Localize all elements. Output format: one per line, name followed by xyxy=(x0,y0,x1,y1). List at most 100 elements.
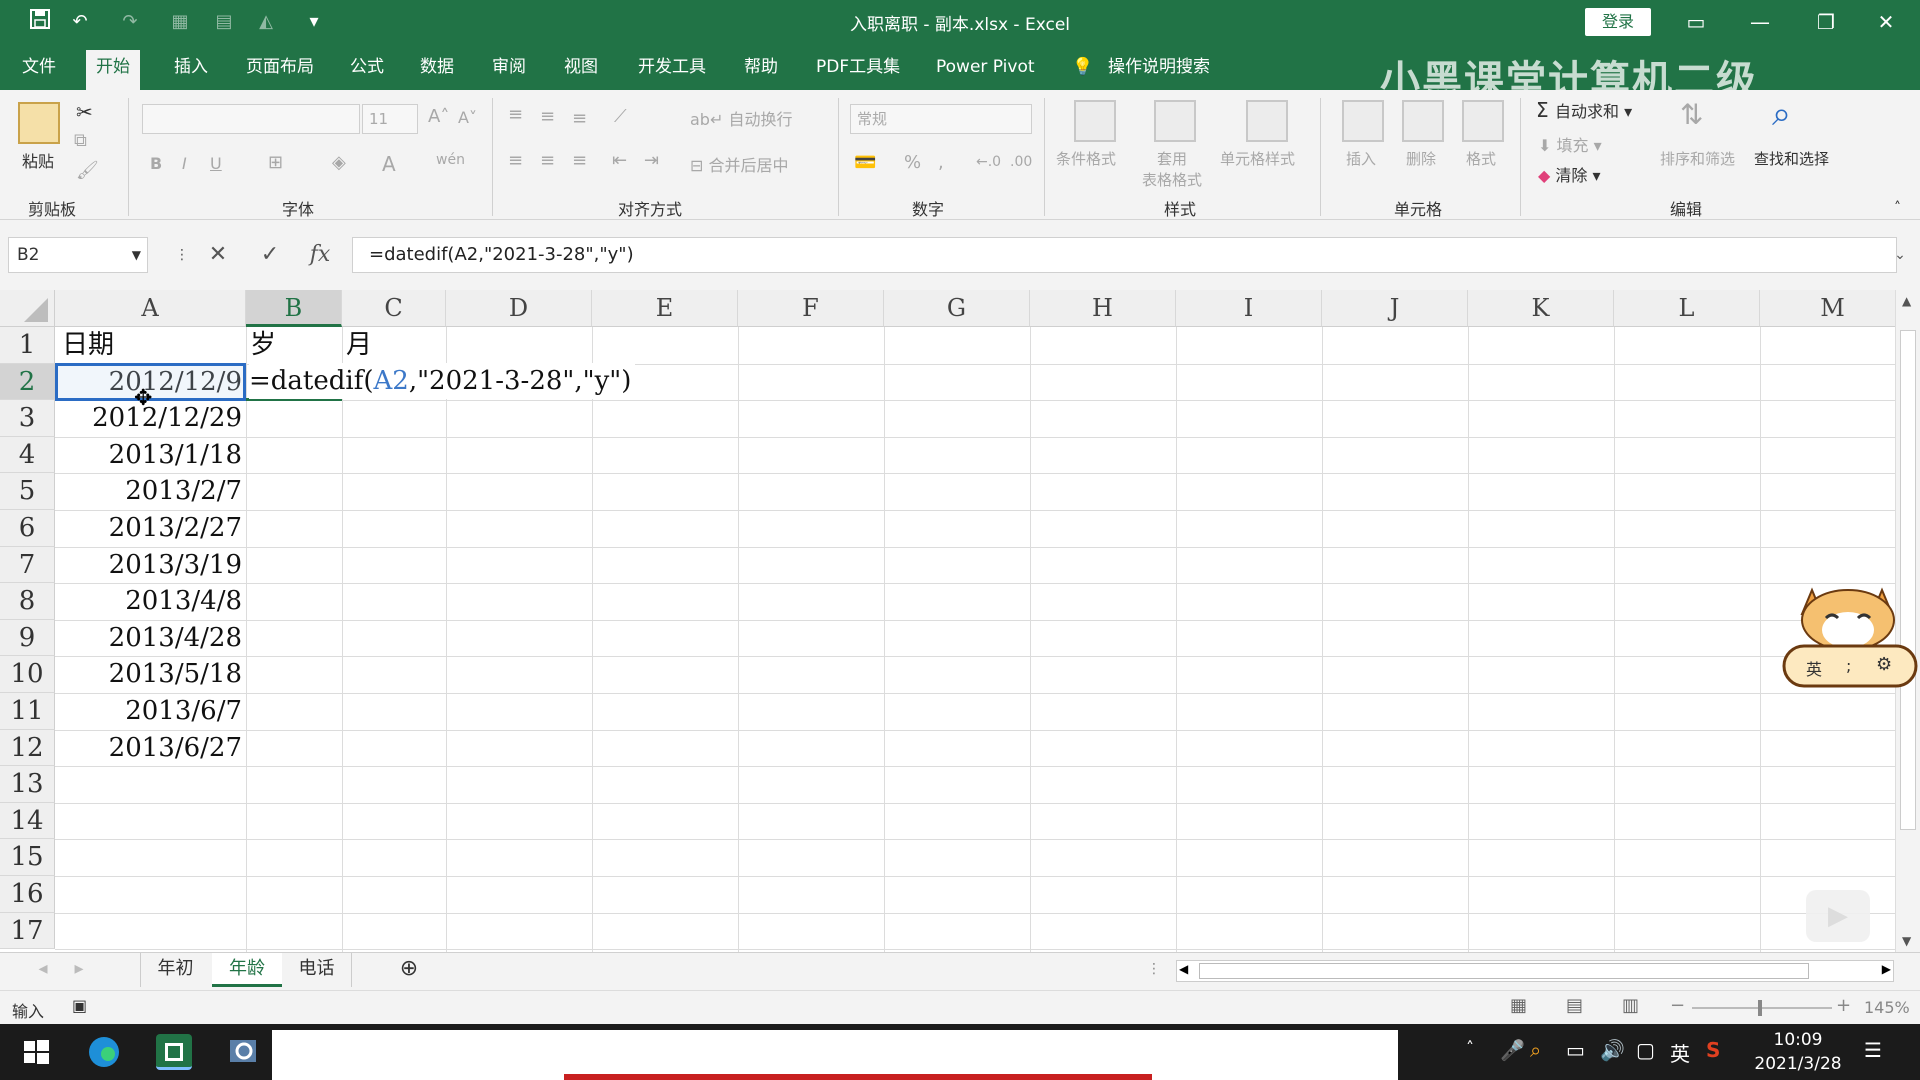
insert-function-icon[interactable]: fx xyxy=(300,237,340,273)
cell-b1[interactable]: 岁 xyxy=(250,327,276,363)
cancel-icon[interactable]: ✕ xyxy=(198,237,238,273)
cell-a9[interactable]: 2013/4/28 xyxy=(58,620,242,656)
tell-me-search[interactable]: 操作说明搜索 xyxy=(1098,52,1220,90)
delete-cells-button[interactable]: 删除 xyxy=(1406,148,1436,169)
sheet-tab-age[interactable]: 年龄 xyxy=(212,953,282,987)
align-top-icon[interactable]: ≡ xyxy=(508,104,523,125)
battery-icon[interactable]: ▭ xyxy=(1566,1038,1585,1062)
tab-formulas[interactable]: 公式 xyxy=(340,52,394,90)
copy-icon[interactable]: ⧉ xyxy=(74,130,87,151)
zoom-in-icon[interactable]: + xyxy=(1836,995,1851,1016)
insert-cells-button[interactable]: 插入 xyxy=(1346,148,1376,169)
zoom-slider-thumb[interactable] xyxy=(1758,1000,1762,1016)
page-layout-view-icon[interactable]: ▤ xyxy=(1566,995,1583,1016)
merge-center-button[interactable]: ⊟ 合并后居中 xyxy=(690,152,789,176)
select-all-corner[interactable] xyxy=(0,290,55,327)
column-header-i[interactable]: I xyxy=(1176,290,1322,327)
sheet-splitter-icon[interactable]: ⋮ xyxy=(1144,953,1164,987)
name-box-dropdown-icon[interactable]: ▼ xyxy=(132,238,141,272)
increase-font-icon[interactable]: A˄ xyxy=(428,106,449,127)
prev-sheet-icon[interactable]: ◂ xyxy=(28,953,58,987)
font-size-combo[interactable]: 11 xyxy=(362,104,418,134)
column-header-l[interactable]: L xyxy=(1614,290,1760,327)
sheet-tab-year-start[interactable]: 年初 xyxy=(140,953,210,987)
page-break-view-icon[interactable]: ▥ xyxy=(1622,995,1639,1016)
formula-input[interactable]: =datedif(A2,"2021-3-28","y") xyxy=(352,237,1897,273)
tab-review[interactable]: 审阅 xyxy=(482,52,536,90)
column-header-m[interactable]: M xyxy=(1760,290,1906,327)
zoom-out-icon[interactable]: − xyxy=(1670,995,1685,1016)
table-format-button[interactable]: 套用 表格格式 xyxy=(1132,148,1212,190)
excel-taskbar-icon[interactable] xyxy=(156,1034,192,1070)
row-header-17[interactable]: 17 xyxy=(0,912,55,950)
cell-a11[interactable]: 2013/6/7 xyxy=(58,693,242,729)
expand-formula-icon[interactable]: ⌄ xyxy=(1880,237,1920,273)
insert-cells-icon[interactable] xyxy=(1342,100,1384,142)
cell-a7[interactable]: 2013/3/19 xyxy=(58,547,242,583)
tab-help[interactable]: 帮助 xyxy=(734,52,788,90)
paste-icon[interactable] xyxy=(18,102,60,144)
tab-developer[interactable]: 开发工具 xyxy=(628,52,716,90)
format-cells-icon[interactable] xyxy=(1462,100,1504,142)
find-select-button[interactable]: 查找和选择 xyxy=(1754,148,1829,169)
zoom-slider[interactable] xyxy=(1692,1000,1832,1016)
taskbar-preview-window[interactable] xyxy=(272,1030,1398,1080)
row-header-2[interactable]: 2 xyxy=(0,363,55,401)
row-header-3[interactable]: 3 xyxy=(0,400,55,437)
magnifier-app-icon[interactable] xyxy=(226,1034,262,1070)
tab-power-pivot[interactable]: Power Pivot xyxy=(926,52,1045,90)
column-header-g[interactable]: G xyxy=(884,290,1030,327)
font-color-icon[interactable]: A xyxy=(382,152,396,176)
tab-insert[interactable]: 插入 xyxy=(164,52,218,90)
scroll-up-icon[interactable]: ▲ xyxy=(1902,294,1911,308)
sort-filter-button[interactable]: 排序和筛选 xyxy=(1660,148,1735,169)
align-right-icon[interactable]: ≡ xyxy=(572,150,587,171)
cell-a12[interactable]: 2013/6/27 xyxy=(58,730,242,766)
zoom-level[interactable]: 145% xyxy=(1864,998,1910,1017)
cell-b2-edit[interactable]: =datedif(A2,"2021-3-28","y") xyxy=(249,363,636,399)
tab-data[interactable]: 数据 xyxy=(410,52,464,90)
microphone-icon[interactable]: 🎤 xyxy=(1500,1038,1525,1062)
minimize-icon[interactable]: — xyxy=(1740,6,1780,38)
edge-browser-icon[interactable] xyxy=(86,1034,122,1070)
ribbon-display-icon[interactable]: ▭ xyxy=(1676,6,1716,38)
cell-a1[interactable]: 日期 xyxy=(62,327,114,363)
row-header-4[interactable]: 4 xyxy=(0,436,55,474)
row-header-7[interactable]: 7 xyxy=(0,546,55,584)
ime-mascot[interactable]: 英 ; ⚙ xyxy=(1782,580,1918,690)
format-cells-button[interactable]: 格式 xyxy=(1466,148,1496,169)
cell-styles-button[interactable]: 单元格样式 xyxy=(1220,148,1295,169)
align-center-icon[interactable]: ≡ xyxy=(540,150,555,171)
tab-file[interactable]: 文件 xyxy=(12,52,66,90)
horizontal-scrollbar[interactable]: ◀ ▶ xyxy=(1176,960,1894,982)
cell-styles-icon[interactable] xyxy=(1246,100,1288,142)
close-icon[interactable]: ✕ xyxy=(1866,6,1906,38)
fill-color-icon[interactable]: ◈ xyxy=(332,152,346,173)
row-header-5[interactable]: 5 xyxy=(0,473,55,510)
taskbar-clock[interactable]: 10:09 2021/3/28 xyxy=(1750,1028,1846,1076)
font-name-combo[interactable] xyxy=(142,104,360,134)
cut-icon[interactable]: ✂ xyxy=(76,100,93,124)
row-header-1[interactable]: 1 xyxy=(0,327,55,364)
sogou-ime-icon[interactable]: S xyxy=(1706,1038,1720,1062)
comma-icon[interactable]: , xyxy=(938,152,944,173)
conditional-format-icon[interactable] xyxy=(1074,100,1116,142)
tab-pdf-tools[interactable]: PDF工具集 xyxy=(806,52,910,90)
increase-indent-icon[interactable]: ⇥ xyxy=(644,150,659,171)
clear-button[interactable]: ◆ 清除 ▾ xyxy=(1538,162,1601,186)
tab-home[interactable]: 开始 xyxy=(86,50,140,90)
cell-a5[interactable]: 2013/2/7 xyxy=(58,473,242,509)
column-header-e[interactable]: E xyxy=(592,290,738,327)
scroll-left-icon[interactable]: ◀ xyxy=(1179,962,1188,976)
align-left-icon[interactable]: ≡ xyxy=(508,150,523,171)
row-header-13[interactable]: 13 xyxy=(0,766,55,803)
paste-label[interactable]: 粘贴 xyxy=(22,148,54,172)
increase-decimal-icon[interactable]: ←.0 xyxy=(976,154,1001,170)
find-icon[interactable]: ⌕ xyxy=(1772,94,1791,134)
column-header-c[interactable]: C xyxy=(342,290,446,327)
cell-a10[interactable]: 2013/5/18 xyxy=(58,656,242,692)
autosum-button[interactable]: Σ 自动求和 ▾ xyxy=(1536,98,1632,122)
cell-a4[interactable]: 2013/1/18 xyxy=(58,437,242,473)
delete-cells-icon[interactable] xyxy=(1402,100,1444,142)
lightbulb-icon[interactable]: 💡 xyxy=(1062,52,1103,90)
